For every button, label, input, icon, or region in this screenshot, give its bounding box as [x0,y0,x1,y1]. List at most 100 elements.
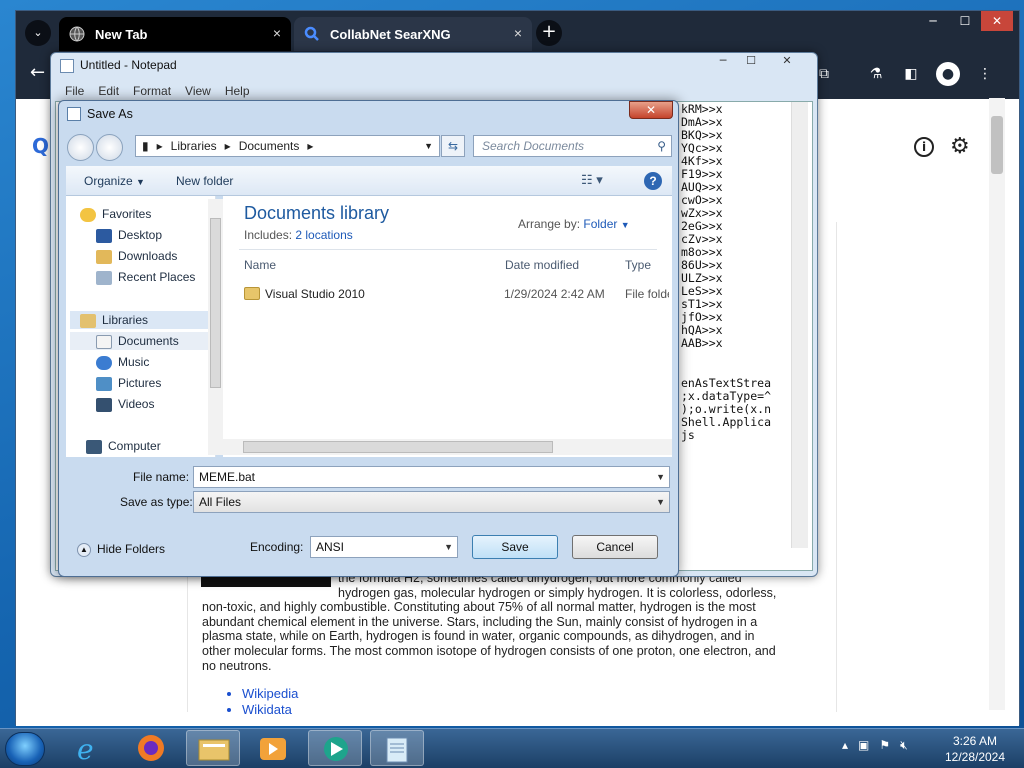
minimize-button[interactable]: ─ [709,53,737,71]
cancel-button[interactable]: Cancel [572,535,658,559]
explorer-icon[interactable] [186,730,240,766]
address-bar[interactable]: ▮ ▸ Libraries ▸ Documents ▸ ▼ [135,135,440,157]
new-folder-button[interactable]: New folder [176,174,233,188]
hide-folders-label: Hide Folders [97,542,166,556]
notepad-icon[interactable] [370,730,424,766]
flask-icon[interactable]: ⚗ [864,62,888,86]
minimize-button[interactable]: ─ [917,11,949,31]
dialog-title: Save As [87,107,133,121]
tab-new-tab[interactable]: New Tab × [59,17,291,51]
table-row[interactable]: Visual Studio 2010 1/29/2024 2:42 AM Fil… [239,285,669,305]
file-name-field[interactable]: MEME.bat ▼ [193,466,670,488]
folder-icon: ▮ [142,139,149,153]
save-as-type-select[interactable]: All Files ▼ [193,491,670,513]
close-button[interactable]: ✕ [765,53,809,71]
collabnet-icon[interactable] [308,730,362,766]
menu-view[interactable]: View [185,81,211,101]
clock[interactable]: 3:26 AM 12/28/2024 [935,733,1015,765]
organize-label: Organize [84,174,133,188]
media-player-icon[interactable] [246,730,300,766]
nav-computer[interactable]: Computer [86,437,226,455]
nav-label: Pictures [118,376,162,390]
article-line: hydrogen gas, molecular hydrogen or simp… [338,585,777,600]
computer-icon [86,439,102,454]
tab-close-icon[interactable]: × [273,25,281,41]
tab-close-icon[interactable]: × [514,25,522,41]
link-wikipedia[interactable]: Wikipedia [242,686,298,702]
nav-libraries[interactable]: Libraries [70,311,210,329]
forward-arrow-icon[interactable] [96,134,123,161]
page-scrollbar[interactable] [989,98,1005,710]
documents-icon [96,334,112,349]
link-wikidata[interactable]: Wikidata [242,702,298,718]
tab-search-button[interactable]: ⌄ [25,20,51,46]
dialog-close-button[interactable]: ✕ [629,101,673,119]
profile-icon[interactable]: ● [936,62,960,86]
file-type-cell: File folder [625,287,669,301]
column-type[interactable]: Type [625,258,651,272]
tab-label: CollabNet SearXNG [330,26,451,42]
refresh-icon[interactable]: ⇆ [441,135,465,157]
desktop-icon [96,228,112,243]
maximize-button[interactable]: ☐ [949,11,981,31]
breadcrumb-documents[interactable]: Documents [239,139,300,153]
maximize-button[interactable]: ☐ [737,53,765,71]
gear-icon[interactable]: ⚙ [950,134,970,159]
article-line: other molecular forms. The most common i… [202,643,776,658]
close-button[interactable]: ✕ [981,11,1013,31]
info-icon[interactable]: i [914,137,934,157]
notepad-scrollbar[interactable] [791,102,808,548]
save-button[interactable]: Save [472,535,558,559]
searxng-logo-icon[interactable]: Q [32,134,49,158]
chevron-right-icon: ▸ [156,139,163,153]
menu-edit[interactable]: Edit [98,81,119,101]
nav-label: Downloads [118,249,178,263]
speaker-muted-icon[interactable]: 🔇︎ [900,738,908,753]
search-input[interactable]: Search Documents ⚲ [473,135,672,157]
back-arrow-icon[interactable]: ← [30,62,45,83]
nav-documents[interactable]: Documents [70,332,210,350]
more-icon[interactable]: ⋮ [973,62,997,86]
menu-format[interactable]: Format [133,81,171,101]
chevron-up-icon[interactable]: ▴ [842,738,848,753]
arrange-by-dropdown[interactable]: Folder [583,217,617,231]
notepad-text-bottom: enAsTextStrea ;x.dataType=^ );o.write(x.… [681,377,772,442]
network-icon[interactable]: ▣ [858,738,869,753]
nav-favorites[interactable]: Favorites [80,205,220,223]
column-name[interactable]: Name [244,258,276,272]
breadcrumb-libraries[interactable]: Libraries [171,139,217,153]
clock-time: 3:26 AM [952,734,998,748]
menu-file[interactable]: File [65,81,84,101]
view-options-icon[interactable]: ☷ ▾ [581,172,603,188]
tab-collabnet-searxng[interactable]: CollabNet SearXNG × [294,17,532,51]
notepad-title: Untitled - Notepad [80,58,177,72]
includes-locations-link[interactable]: 2 locations [295,228,352,242]
flag-icon[interactable]: ⚑ [879,738,890,753]
ie-icon[interactable]: e [63,730,117,766]
chevron-down-icon[interactable]: ▼ [656,467,665,487]
chevron-down-icon[interactable]: ▼ [424,141,433,151]
horizontal-scrollbar-thumb[interactable] [243,441,553,453]
help-icon[interactable]: ? [644,172,662,190]
nav-label: Favorites [102,207,152,221]
start-button[interactable] [5,732,45,766]
organize-button[interactable]: Organize ▼ [84,174,145,188]
sidepanel-icon[interactable]: ◧ [899,62,923,86]
new-tab-button[interactable]: + [536,20,562,46]
encoding-select[interactable]: ANSI ▼ [310,536,458,558]
search-icon: ⚲ [657,139,666,153]
chevron-up-icon: ▲ [77,542,91,557]
command-bar: Organize ▼ New folder ☷ ▾ ? [66,166,672,196]
hide-folders-button[interactable]: ▲ Hide Folders [77,542,165,557]
file-date-cell: 1/29/2024 2:42 AM [504,287,605,301]
videos-icon [96,397,112,412]
nav-scrollbar-thumb[interactable] [210,218,221,388]
firefox-icon[interactable] [124,730,178,766]
menu-help[interactable]: Help [225,81,250,101]
arrange-label: Arrange by: [518,217,581,231]
column-date-modified[interactable]: Date modified [505,258,579,272]
nav-label: Computer [108,439,161,453]
article-line: non-toxic, and highly combustible. Const… [202,600,756,615]
back-arrow-icon[interactable] [67,134,94,161]
page-scrollbar-thumb[interactable] [991,116,1003,174]
